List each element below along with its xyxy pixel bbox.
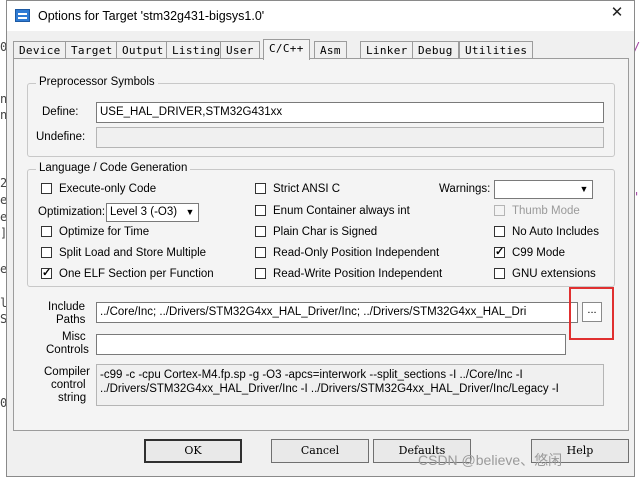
misc-controls-input[interactable] [96, 334, 566, 355]
optimization-select[interactable]: Level 3 (-O3) ▼ [106, 203, 199, 222]
watermark: CSDN @believe、悠闲 [418, 452, 563, 468]
define-input[interactable]: USE_HAL_DRIVER,STM32G431xx [96, 102, 604, 123]
tab-output[interactable]: Output [116, 41, 170, 58]
highlight-box [569, 287, 614, 340]
read-write-pi-box[interactable] [255, 268, 266, 279]
compiler-control-label-2: control [51, 379, 86, 391]
warnings-label: Warnings: [439, 183, 491, 195]
cancel-button[interactable]: Cancel [271, 439, 369, 463]
tab-target[interactable]: Target [65, 41, 119, 58]
misc-controls-label-2: Controls [46, 344, 89, 356]
enum-container-label: Enum Container always int [273, 205, 410, 217]
read-only-pi-box[interactable] [255, 247, 266, 258]
compiler-control-line-1: -c99 -c -cpu Cortex-M4.fp.sp -g -O3 -apc… [100, 369, 523, 381]
compiler-control-label-1: Compiler [44, 366, 91, 378]
tab-asm[interactable]: Asm [314, 41, 347, 58]
define-label: Define: [42, 106, 79, 118]
tab-device[interactable]: Device [13, 41, 67, 58]
no-auto-includes-label: No Auto Includes [512, 226, 599, 238]
execute-only-code-label: Execute-only Code [59, 183, 157, 195]
chevron-down-icon[interactable]: ▼ [182, 204, 198, 221]
tab-user[interactable]: User [220, 41, 260, 58]
optimize-for-time-label: Optimize for Time [59, 226, 150, 238]
tab-debug[interactable]: Debug [412, 41, 459, 58]
plain-char-signed-box[interactable] [255, 226, 266, 237]
strict-ansi-c-label: Strict ANSI C [273, 183, 341, 195]
thumb-mode-box [494, 205, 505, 216]
split-load-store-box[interactable] [41, 247, 52, 258]
warnings-select[interactable]: ▼ [494, 180, 593, 199]
tab-utilities[interactable]: Utilities [459, 41, 534, 58]
options-dialog: Options for Target 'stm32g431-bigsys1.0'… [6, 0, 635, 477]
undefine-label: Undefine: [36, 131, 86, 143]
tab-listing[interactable]: Listing [166, 41, 227, 58]
include-paths-input[interactable]: ../Core/Inc; ../Drivers/STM32G4xx_HAL_Dr… [96, 302, 578, 323]
strict-ansi-c-box[interactable] [255, 183, 266, 194]
tab-panel-c-cpp: Preprocessor Symbols Define: USE_HAL_DRI… [13, 58, 629, 431]
plain-char-signed-label: Plain Char is Signed [273, 226, 378, 238]
tab-linker[interactable]: Linker [360, 41, 414, 58]
compiler-control-string: -c99 -c -cpu Cortex-M4.fp.sp -g -O3 -apc… [96, 364, 604, 406]
split-load-store-label: Split Load and Store Multiple [59, 247, 207, 259]
preprocessor-legend: Preprocessor Symbols [36, 76, 158, 88]
one-elf-section-box[interactable] [41, 266, 52, 281]
ok-button[interactable]: OK [144, 439, 242, 463]
read-only-pi-label: Read-Only Position Independent [273, 247, 440, 259]
dialog-title: Options for Target 'stm32g431-bigsys1.0' [38, 9, 265, 23]
include-paths-label-2: Paths [56, 314, 86, 326]
c99-mode-label: C99 Mode [512, 247, 566, 259]
read-write-pi-label: Read-Write Position Independent [273, 268, 443, 280]
title-bar: Options for Target 'stm32g431-bigsys1.0'… [7, 1, 634, 31]
language-legend: Language / Code Generation [36, 162, 191, 174]
execute-only-code-box[interactable] [41, 183, 52, 194]
tab-c-cpp[interactable]: C/C++ [263, 39, 310, 60]
optimize-for-time-box[interactable] [41, 226, 52, 237]
undefine-input[interactable] [96, 127, 604, 148]
include-paths-label-1: Include [48, 301, 86, 313]
compiler-control-label-3: string [58, 392, 87, 404]
tab-strip: Device Target Output Listing User C/C++ … [13, 39, 629, 60]
optimization-label: Optimization: [38, 206, 106, 218]
compiler-control-line-2: ../Drivers/STM32G4xx_HAL_Driver/Inc -I .… [100, 383, 559, 395]
optimization-value: Level 3 (-O3) [110, 206, 178, 218]
chevron-down-icon[interactable]: ▼ [576, 181, 592, 198]
gnu-extensions-box[interactable] [494, 268, 505, 279]
enum-container-box[interactable] [255, 205, 266, 216]
no-auto-includes-box[interactable] [494, 226, 505, 237]
app-icon [15, 9, 30, 22]
gnu-extensions-label: GNU extensions [512, 268, 596, 280]
thumb-mode-label: Thumb Mode [512, 205, 580, 217]
one-elf-section-label: One ELF Section per Function [59, 268, 214, 280]
misc-controls-label-1: Misc [62, 331, 86, 343]
close-icon[interactable]: ✕ [610, 5, 624, 20]
c99-mode-box[interactable] [494, 245, 505, 260]
